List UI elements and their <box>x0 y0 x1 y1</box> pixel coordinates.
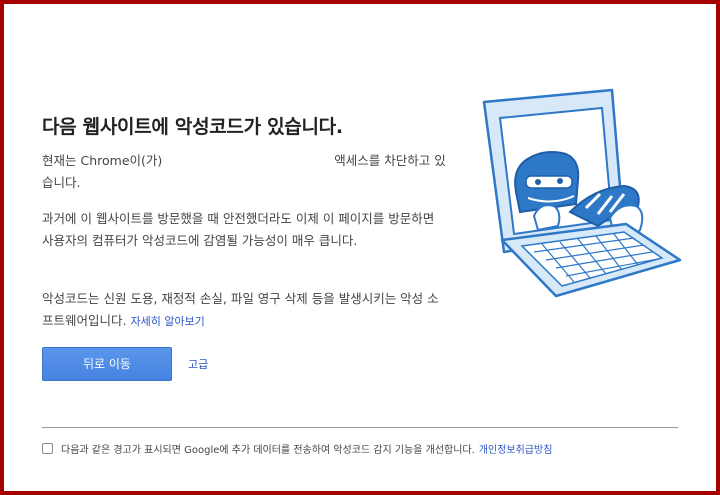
learn-more-link[interactable]: 자세히 알아보기 <box>130 315 204 328</box>
back-button[interactable]: 뒤로 이동 <box>42 347 172 381</box>
blocked-message: 현재는 Chrome이(가) 액세스를 차단하고 있습니다. <box>42 150 446 194</box>
page-title: 다음 웹사이트에 악성코드가 있습니다. <box>42 116 343 138</box>
risk-message: 과거에 이 웹사이트를 방문했을 때 안전했더라도 이제 이 페이지를 방문하면… <box>42 211 435 248</box>
malware-laptop-illustration-icon <box>474 84 689 304</box>
malware-definition-text: 악성코드는 신원 도용, 재정적 손실, 파일 영구 삭제 등을 발생시키는 악… <box>42 291 439 328</box>
blocked-message-part1: 현재는 Chrome이(가) <box>42 153 163 168</box>
footer: 다음과 같은 경고가 표시되면 Google에 추가 데이터를 전송하여 악성코… <box>42 440 692 456</box>
divider <box>42 427 678 428</box>
send-report-label: 다음과 같은 경고가 표시되면 Google에 추가 데이터를 전송하여 악성코… <box>61 444 475 456</box>
interstitial-panel: 다음 웹사이트에 악성코드가 있습니다. 현재는 Chrome이(가) 액세스를 … <box>4 4 716 491</box>
advanced-link[interactable]: 고급 <box>188 356 208 372</box>
privacy-policy-link[interactable]: 개인정보취급방침 <box>479 441 553 456</box>
send-report-checkbox[interactable] <box>42 442 53 454</box>
malware-definition: 악성코드는 신원 도용, 재정적 손실, 파일 영구 삭제 등을 발생시키는 악… <box>42 288 446 333</box>
